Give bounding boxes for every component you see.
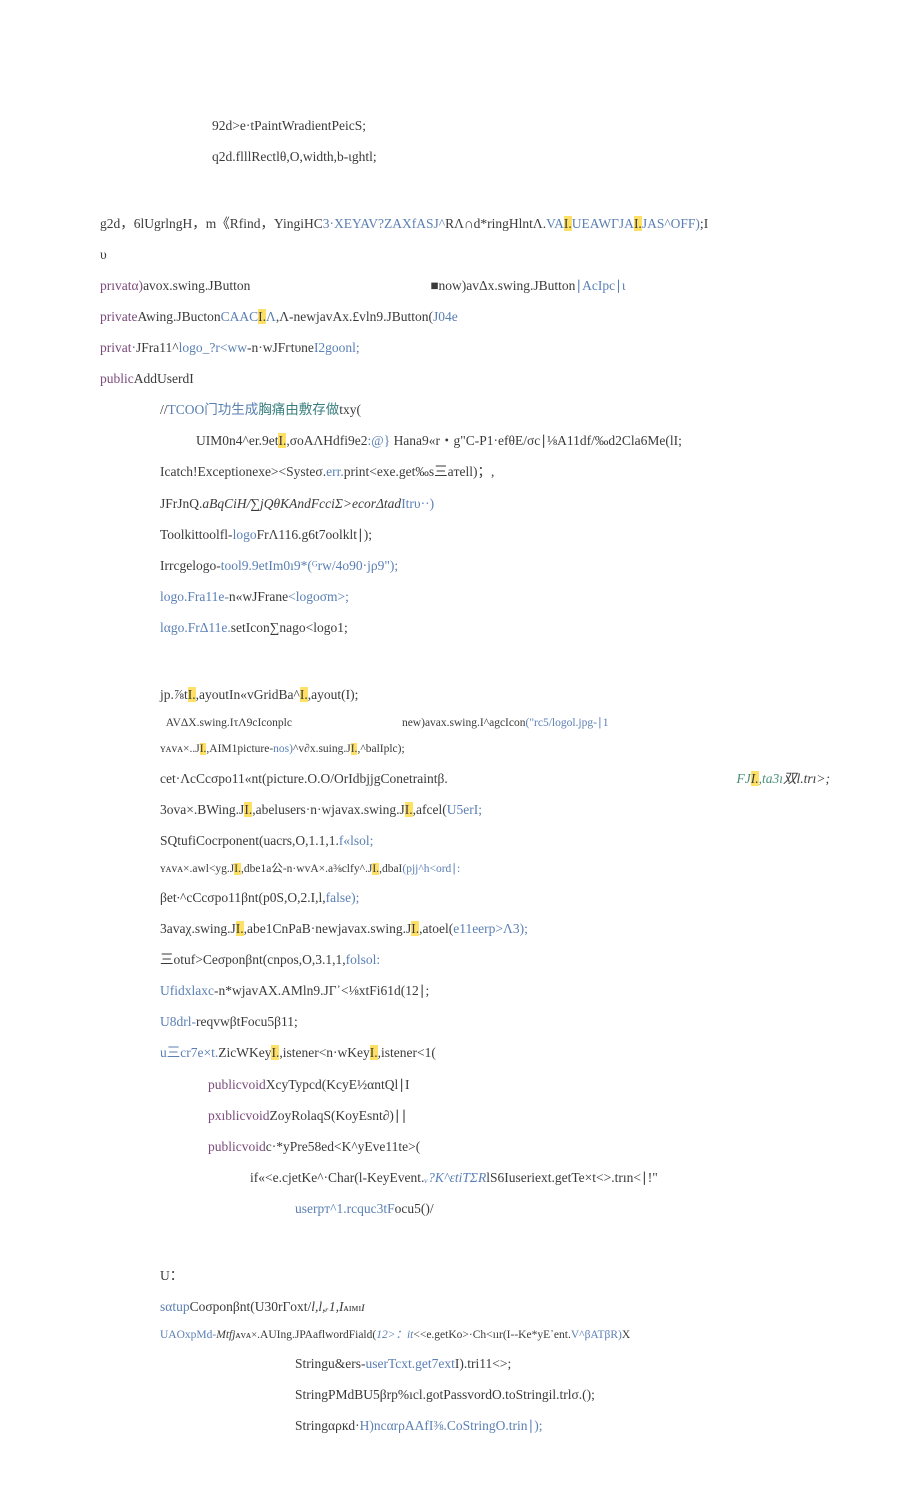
code-line: lαgo.FrΔ11e.setIcon∑nago<logo1;: [160, 612, 830, 643]
code-line: sαtupCoσponβnt(U30rГoxt/l,l,ᵣ1,Iᴀɪᴍɪɪ: [160, 1291, 830, 1322]
code-line: Ufidxlaxc-n*wjavAX.AMln9.JГ᾿<⅛xtFi61d(12…: [160, 975, 830, 1006]
code-line: 三otuf>Ceσponβnt(cnpos,O,3.1,1,folsol:: [160, 944, 830, 975]
code-line: U8drl-reqvwβtFocu5β11;: [160, 1006, 830, 1037]
code-line: cet·ΛcCcσpo11«nt(picture.O.O/OrIdbjjgCon…: [160, 763, 830, 794]
code-line: Toolkittoolfl-logoFrΛ116.g6t7oolklt∣);: [160, 519, 830, 550]
code-line: UIM0n4^er.9etI.,σoAΛHdfi9e2:@} Hana9«r・g…: [196, 425, 830, 456]
code-line: logo.Fra11e-n«wJFrane<logoσm>;: [160, 581, 830, 612]
code-line: publicAddUserdI: [100, 363, 830, 394]
code-line: SQtufiCocrponent(uacrs,O,1.1,1.f«lsol;: [160, 825, 830, 856]
code-line: jp.⅞tI.,ayoutIn«vGridBa^I.,ayout(I);: [160, 679, 830, 710]
code-line: ʏᴀᴠᴀ×..JI.,AIM1picture-nos)^v∂x.suing.JI…: [160, 736, 830, 762]
code-line: Icatch!Exceptionexe><Systeσ.err.print<ex…: [160, 456, 830, 487]
code-line: υ: [100, 239, 830, 270]
code-line: if«<e.cjetKe^·Char(l-KeyEvent.ᵥ?K^εtiTΣR…: [250, 1162, 830, 1193]
code-line: 3avaχ.swing.JI.,abe1CnPaB·newjavax.swing…: [160, 913, 830, 944]
code-line: //TCOO门功生成胸痛由敷存做txy(: [160, 394, 830, 425]
code-line: userpт^1.rcquc3tFocu5()/: [295, 1193, 830, 1224]
code-listing: 92d>e·tPaintWradientPeicS; q2d.flllRectl…: [100, 110, 830, 1441]
code-line: U：: [160, 1260, 830, 1291]
code-line: StringPMdBU5βrp%ıcl.gotPassvordO.toStrin…: [295, 1379, 830, 1410]
code-line: privat·JFra11^logo_?r<ww-n·wJFгtυneI2goo…: [100, 332, 830, 363]
code-line: Stringu&ers-userTcxt.get7extI).tri11<>;: [295, 1348, 830, 1379]
code-line: q2d.flllRectlθ,O,width,b-ιghtl;: [212, 141, 830, 172]
code-line: u三cr7e×t.ZicWKeyI.,istener<n·wKeyI.,iste…: [160, 1037, 830, 1068]
code-line: UAOxpMd-Mtfjᴀᴠᴀ×.AUIng.JPAaflwordFiald(1…: [160, 1322, 830, 1348]
code-line: JFrJnQ.aBqCiH/∑jQθKAndFcciΣ>ecorΔtadItrυ…: [160, 488, 830, 519]
document-body: { "l1": "92d>e·tPaintWradientPeicS;", "l…: [0, 0, 920, 1501]
code-line: Irrcgelogo-tool9.9etIm0ı9*(ᴳrw/4o90·jρ9"…: [160, 550, 830, 581]
code-line: ʏᴀᴠᴀ×.awl<yg.JI.,dbe1a公-n·wvA×.a⅜clfy^.J…: [160, 856, 830, 882]
code-line: AVΔX.swing.IτΛ9cIconplc new)avax.swing.I…: [160, 710, 830, 736]
code-line: publicvoidc·*yPre58ed<K^yEve11te>(: [208, 1131, 830, 1162]
code-line: pxıblicvoidZoyRolaqS(KoyEsnt∂)∣∣: [208, 1100, 830, 1131]
code-line: βet∙^cCcσpo11βnt(p0S,O,2.I,l,false);: [160, 882, 830, 913]
code-line: prıvatα)avox.swing.JButton ■now)avΔx.swi…: [100, 270, 830, 301]
code-line: privateAwing.JBuctonCAACI.Λ,Λ-newjavAx.£…: [100, 301, 830, 332]
code-line: Stringαρкd·H)ncαrρAAfI⅜.CoStringO.trin∣)…: [295, 1410, 830, 1441]
code-line: 3ova×.BWing.JI.,abelusers·n·wjavax.swing…: [160, 794, 830, 825]
code-line: publicvoidXcyTypcd(KcyE½αntQl∣I: [208, 1069, 830, 1100]
code-line: g2d，6lUgrlngH，m《Rfind，YingiHC3·XEYAV?ZAX…: [100, 208, 830, 239]
code-line: 92d>e·tPaintWradientPeicS;: [212, 110, 830, 141]
